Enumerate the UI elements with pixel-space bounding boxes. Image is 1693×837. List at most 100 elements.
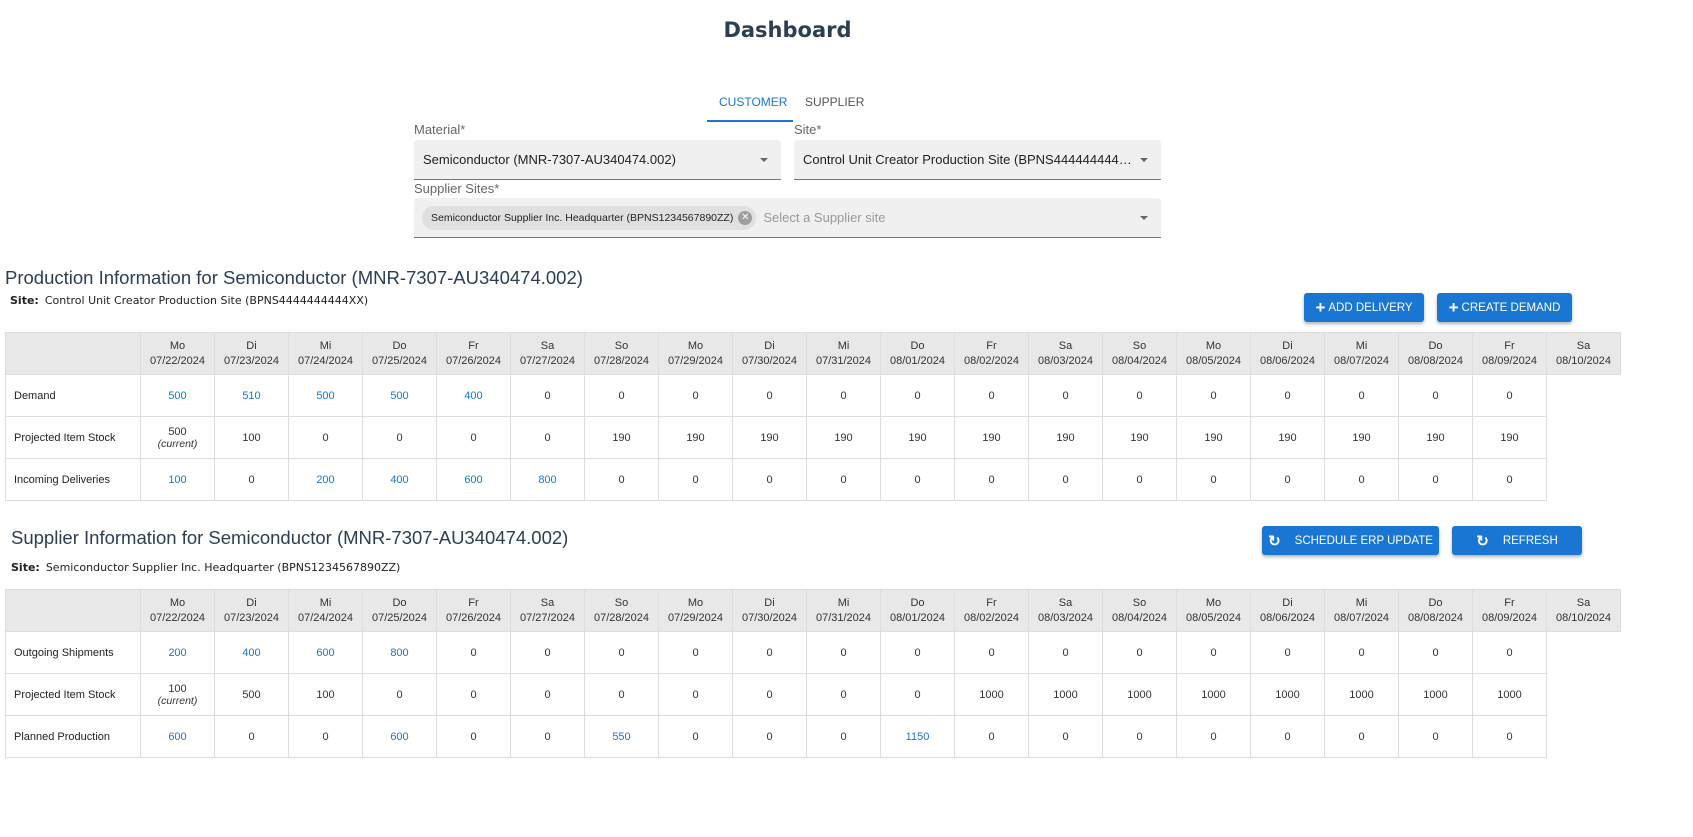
value-cell[interactable]: 500 xyxy=(362,374,437,417)
value-link[interactable]: 600 xyxy=(316,647,334,659)
value-cell: 0 xyxy=(1472,458,1547,501)
value-cell[interactable]: 1150 xyxy=(880,715,955,758)
value-cell[interactable]: 400 xyxy=(214,631,289,674)
day-header: Sa 08/03/2024 xyxy=(1028,332,1103,375)
value: 190 xyxy=(982,431,1001,444)
value-cell: 0 xyxy=(362,673,437,716)
value-link[interactable]: 400 xyxy=(390,474,408,486)
value: 500 xyxy=(168,425,187,438)
tab-supplier[interactable]: SUPPLIER xyxy=(793,88,876,122)
value-link[interactable]: 600 xyxy=(390,731,408,743)
value-link[interactable]: 550 xyxy=(612,731,630,743)
value-cell[interactable]: 600 xyxy=(436,458,511,501)
value-cell: 0 xyxy=(362,416,437,459)
date: 07/31/2024 xyxy=(815,611,872,624)
value: 0 xyxy=(544,389,551,402)
date: 08/04/2024 xyxy=(1111,611,1168,624)
value-cell[interactable]: 800 xyxy=(362,631,437,674)
date: 07/24/2024 xyxy=(297,611,354,624)
value-cell: 0 xyxy=(584,458,659,501)
site-select[interactable]: Control Unit Creator Production Site (BP… xyxy=(794,140,1161,180)
weekday: Di xyxy=(1282,339,1293,352)
plus-icon: + xyxy=(1448,297,1459,317)
date: 07/22/2024 xyxy=(149,354,206,367)
value: 0 xyxy=(1136,473,1143,486)
value-link[interactable]: 400 xyxy=(464,390,482,402)
value: 0 xyxy=(766,646,773,659)
supplier-sites-select[interactable]: Semiconductor Supplier Inc. Headquarter … xyxy=(414,198,1161,238)
value-cell: 0 xyxy=(658,374,733,417)
day-header: Mi 07/31/2024 xyxy=(806,332,881,375)
value: 0 xyxy=(988,473,995,486)
value-cell[interactable]: 200 xyxy=(140,631,215,674)
value-link[interactable]: 800 xyxy=(538,474,556,486)
value-cell: 0 xyxy=(510,374,585,417)
value-link[interactable]: 600 xyxy=(464,474,482,486)
value-cell: 0 xyxy=(436,715,511,758)
value-cell[interactable]: 600 xyxy=(288,631,363,674)
add-delivery-button[interactable]: + ADD DELIVERY xyxy=(1304,293,1424,322)
value-cell[interactable]: 600 xyxy=(362,715,437,758)
value-link[interactable]: 500 xyxy=(168,390,186,402)
value: 190 xyxy=(1352,431,1371,444)
create-demand-button[interactable]: + CREATE DEMAND xyxy=(1437,293,1572,322)
value: 100 xyxy=(316,688,335,701)
schedule-erp-update-button[interactable]: ↻ SCHEDULE ERP UPDATE xyxy=(1262,526,1439,555)
value-link[interactable]: 100 xyxy=(168,474,186,486)
value: 0 xyxy=(766,389,773,402)
day-header: Sa 07/27/2024 xyxy=(510,589,585,632)
value-cell[interactable]: 510 xyxy=(214,374,289,417)
day-header: Fr 07/26/2024 xyxy=(436,589,511,632)
value-link[interactable]: 600 xyxy=(168,731,186,743)
value: 0 xyxy=(1506,389,1513,402)
value-link[interactable]: 500 xyxy=(390,390,408,402)
value-cell[interactable]: 550 xyxy=(584,715,659,758)
value-link[interactable]: 400 xyxy=(242,647,260,659)
value: 0 xyxy=(988,730,995,743)
value-cell: 190 xyxy=(584,416,659,459)
value-cell[interactable]: 600 xyxy=(140,715,215,758)
value-cell: 0 xyxy=(1102,374,1177,417)
value-link[interactable]: 200 xyxy=(316,474,334,486)
value-cell: 0 xyxy=(436,673,511,716)
date: 08/03/2024 xyxy=(1037,611,1094,624)
date: 07/23/2024 xyxy=(223,354,280,367)
value-link[interactable]: 200 xyxy=(168,647,186,659)
refresh-button[interactable]: ↻ REFRESH xyxy=(1452,526,1582,555)
tab-customer[interactable]: CUSTOMER xyxy=(707,88,793,122)
day-header: Do 08/08/2024 xyxy=(1398,589,1473,632)
value-link[interactable]: 1150 xyxy=(906,731,930,743)
value-cell: 0 xyxy=(880,631,955,674)
value-cell: 0 xyxy=(658,458,733,501)
value-cell: 0 xyxy=(658,715,733,758)
value-cell[interactable]: 500 xyxy=(288,374,363,417)
day-header: Mo 08/05/2024 xyxy=(1176,332,1251,375)
value-cell: 100 (current) xyxy=(140,673,215,716)
value: 190 xyxy=(1278,431,1297,444)
value: 0 xyxy=(1136,646,1143,659)
value-cell[interactable]: 800 xyxy=(510,458,585,501)
value-cell: 190 xyxy=(806,416,881,459)
value: 0 xyxy=(1284,473,1291,486)
value-link[interactable]: 510 xyxy=(242,390,260,402)
value-cell[interactable]: 200 xyxy=(288,458,363,501)
value-cell: 190 xyxy=(954,416,1029,459)
value: 0 xyxy=(1358,473,1365,486)
value: 0 xyxy=(914,688,921,701)
weekday: Mo xyxy=(687,596,704,609)
value: 100 xyxy=(168,682,187,695)
value: 0 xyxy=(544,730,551,743)
value-cell[interactable]: 400 xyxy=(362,458,437,501)
value-cell[interactable]: 500 xyxy=(140,374,215,417)
supplier-site-input[interactable]: Select a Supplier site xyxy=(763,210,1132,225)
day-header: Di 07/23/2024 xyxy=(214,589,289,632)
value-link[interactable]: 500 xyxy=(316,390,334,402)
value-cell: 190 xyxy=(658,416,733,459)
value-cell[interactable]: 400 xyxy=(436,374,511,417)
date: 07/24/2024 xyxy=(297,354,354,367)
weekday: Sa xyxy=(1058,339,1073,352)
value-cell[interactable]: 100 xyxy=(140,458,215,501)
material-select[interactable]: Semiconductor (MNR-7307-AU340474.002) xyxy=(414,140,781,180)
close-icon[interactable]: ✕ xyxy=(738,210,753,225)
value-link[interactable]: 800 xyxy=(390,647,408,659)
